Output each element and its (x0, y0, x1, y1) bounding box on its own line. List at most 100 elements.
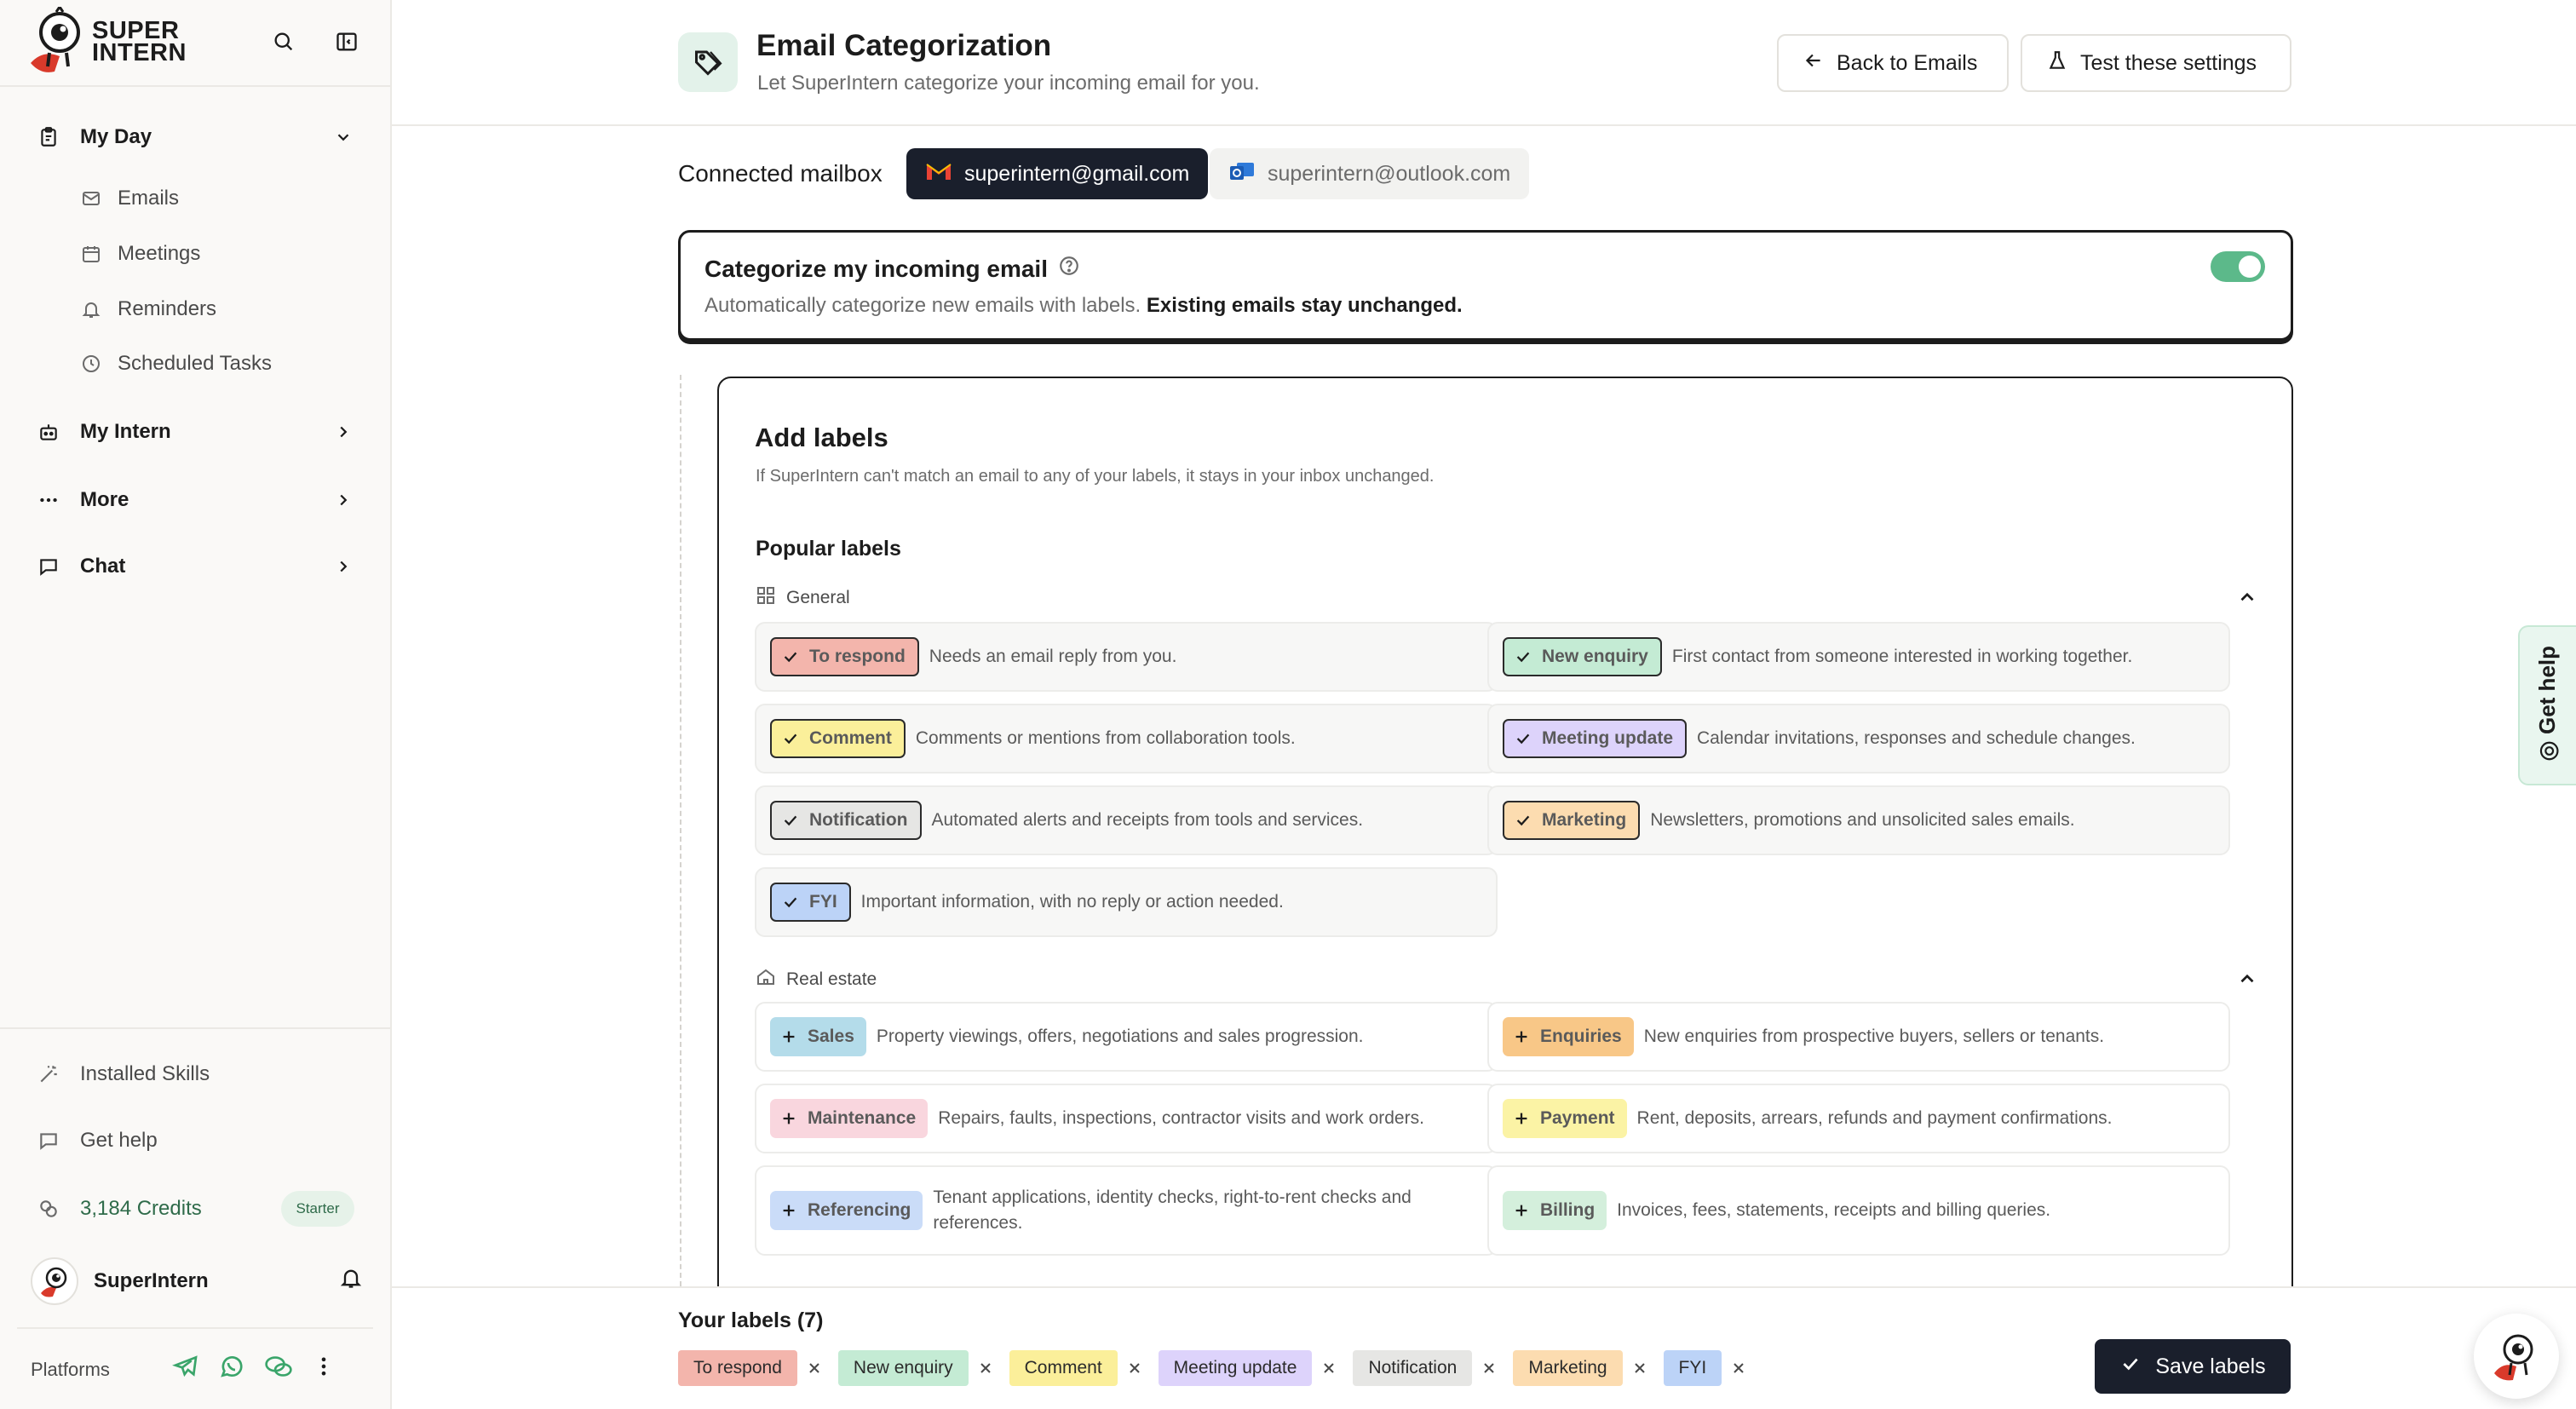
get-help-tab[interactable]: Get help (2518, 625, 2576, 785)
chevron-right-icon[interactable] (329, 417, 358, 446)
assistant-mascot-button[interactable] (2474, 1314, 2559, 1399)
label-chip-name: Payment (1540, 1108, 1615, 1128)
save-labels-button[interactable]: Save labels (2095, 1339, 2291, 1394)
test-settings-button[interactable]: Test these settings (2021, 34, 2291, 92)
user-profile[interactable]: SuperIntern (31, 1257, 363, 1305)
platforms-label: Platforms (31, 1359, 110, 1380)
section-real-estate-label: Real estate (786, 969, 877, 989)
label-chip[interactable]: Notification (770, 801, 922, 840)
sidebar-item-label: Get help (80, 1129, 158, 1152)
label-chip[interactable]: Maintenance (770, 1099, 929, 1138)
your-labels-bar: Your labels (7) To respond New enquiry Com… (392, 1286, 2576, 1409)
label-chip[interactable]: Payment (1503, 1099, 1627, 1138)
label-option[interactable]: Referencing Tenant applications, identity… (755, 1165, 1498, 1256)
label-chip-name: New enquiry (1542, 647, 1648, 666)
mailbox-gmail-button[interactable]: superintern@gmail.com (906, 148, 1209, 199)
close-icon[interactable] (1722, 1350, 1756, 1386)
categorize-toggle-card: Categorize my incoming email Automatical… (678, 230, 2293, 341)
brand-wordmark: SUPER INTERN (92, 17, 187, 66)
label-option[interactable]: To respond Needs an email reply from you. (755, 622, 1498, 692)
sidebar-item-reminders[interactable]: Reminders (77, 290, 216, 329)
arrow-left-icon (1803, 49, 1825, 78)
label-option[interactable]: Notification Automated alerts and receipt… (755, 785, 1498, 855)
sidebar-item-scheduled-tasks[interactable]: Scheduled Tasks (77, 344, 272, 383)
label-chip-name: Marketing (1542, 810, 1627, 830)
sidebar-item-credits[interactable]: 3,184 Credits (34, 1188, 202, 1230)
categorize-title-text: Categorize my incoming email (704, 255, 1048, 282)
wechat-icon[interactable] (264, 1353, 293, 1385)
label-option[interactable]: Marketing Newsletters, promotions and uns… (1487, 785, 2230, 855)
label-chip[interactable]: Enquiries (1503, 1017, 1634, 1056)
grid-icon (756, 585, 776, 611)
label-description: Automated alerts and receipts from tools… (931, 810, 1364, 830)
label-description: Rent, deposits, arrears, refunds and pay… (1636, 1108, 2113, 1128)
sidebar-item-get-help[interactable]: Get help (34, 1119, 158, 1162)
sidebar-item-meetings[interactable]: Meetings (77, 234, 200, 273)
chevron-up-icon[interactable] (2236, 586, 2258, 613)
close-icon[interactable] (1623, 1350, 1657, 1386)
label-chip[interactable]: Comment (770, 719, 906, 758)
check-icon (780, 728, 801, 749)
whatsapp-icon[interactable] (218, 1353, 245, 1385)
label-chip[interactable]: Marketing (1503, 801, 1641, 840)
search-icon[interactable] (267, 26, 300, 58)
close-icon[interactable] (969, 1350, 1003, 1386)
selected-label-tag: Notification (1353, 1350, 1473, 1386)
mailbox-outlook-button[interactable]: superintern@outlook.com (1210, 148, 1530, 199)
sidebar-item-emails[interactable]: Emails (77, 179, 179, 218)
dots-icon (34, 486, 63, 515)
notifications-bell-icon[interactable] (339, 1266, 363, 1294)
sidebar-item-installed-skills[interactable]: Installed Skills (34, 1053, 210, 1096)
chevron-up-icon[interactable] (2236, 968, 2258, 995)
label-chip[interactable]: New enquiry (1503, 637, 1662, 676)
kebab-icon[interactable] (312, 1354, 336, 1383)
label-option[interactable]: FYI Important information, with no reply … (755, 867, 1498, 937)
close-icon[interactable] (1118, 1350, 1152, 1386)
label-chip[interactable]: FYI (770, 883, 851, 922)
label-chip[interactable]: Sales (770, 1017, 866, 1056)
nav-my-day[interactable]: My Day (34, 116, 358, 158)
selected-label-tag: New enquiry (837, 1350, 969, 1386)
brand-logo[interactable]: SUPER INTERN (26, 4, 187, 77)
add-labels-description: If SuperIntern can't match an email to a… (756, 467, 1435, 486)
label-description: Calendar invitations, responses and sche… (1697, 728, 2136, 748)
label-option[interactable]: Enquiries New enquiries from prospective … (1487, 1002, 2230, 1072)
label-option[interactable]: Maintenance Repairs, faults, inspections,… (755, 1084, 1498, 1153)
label-option[interactable]: New enquiry First contact from someone in… (1487, 622, 2230, 692)
nav-chat[interactable]: Chat (34, 545, 358, 588)
label-option[interactable]: Billing Invoices, fees, statements, recei… (1487, 1165, 2230, 1256)
plus-icon (1511, 1200, 1532, 1221)
chevron-right-icon[interactable] (329, 552, 358, 581)
question-icon[interactable] (1058, 255, 1080, 283)
label-chip[interactable]: To respond (770, 637, 919, 676)
sidebar-toggle-icon[interactable] (331, 26, 363, 58)
categorize-description-text: Automatically categorize new emails with… (704, 294, 1147, 317)
label-option[interactable]: Sales Property viewings, offers, negotiat… (755, 1002, 1498, 1072)
selected-label-tag: To respond (678, 1350, 797, 1386)
nav-more[interactable]: More (34, 479, 358, 521)
label-chip-name: FYI (809, 892, 837, 912)
label-chip[interactable]: Referencing (770, 1191, 923, 1230)
telegram-icon[interactable] (172, 1353, 199, 1385)
gmail-icon (925, 161, 952, 187)
label-chip[interactable]: Meeting update (1503, 719, 1688, 758)
close-icon[interactable] (1472, 1350, 1506, 1386)
chevron-right-icon[interactable] (329, 486, 358, 515)
label-chip[interactable]: Billing (1503, 1191, 1607, 1230)
close-icon[interactable] (1312, 1350, 1346, 1386)
close-icon[interactable] (797, 1350, 831, 1386)
label-option[interactable]: Comment Comments or mentions from collabo… (755, 704, 1498, 774)
nav-my-intern[interactable]: My Intern (34, 411, 358, 453)
categorize-toggle-switch[interactable] (2211, 251, 2265, 282)
check-icon (1513, 810, 1533, 831)
label-option[interactable]: Payment Rent, deposits, arrears, refunds … (1487, 1084, 2230, 1153)
section-general-header[interactable]: General (756, 583, 2258, 613)
sidebar-divider (0, 1027, 390, 1029)
sidebar-item-label: Meetings (118, 242, 201, 265)
check-icon (780, 810, 801, 831)
back-to-emails-button[interactable]: Back to Emails (1777, 34, 2009, 92)
section-real-estate-header[interactable]: Real estate (756, 964, 2258, 995)
label-option[interactable]: Meeting update Calendar invitations, resp… (1487, 704, 2230, 774)
platforms-row: Platforms (31, 1353, 363, 1387)
chevron-down-icon[interactable] (329, 123, 358, 152)
